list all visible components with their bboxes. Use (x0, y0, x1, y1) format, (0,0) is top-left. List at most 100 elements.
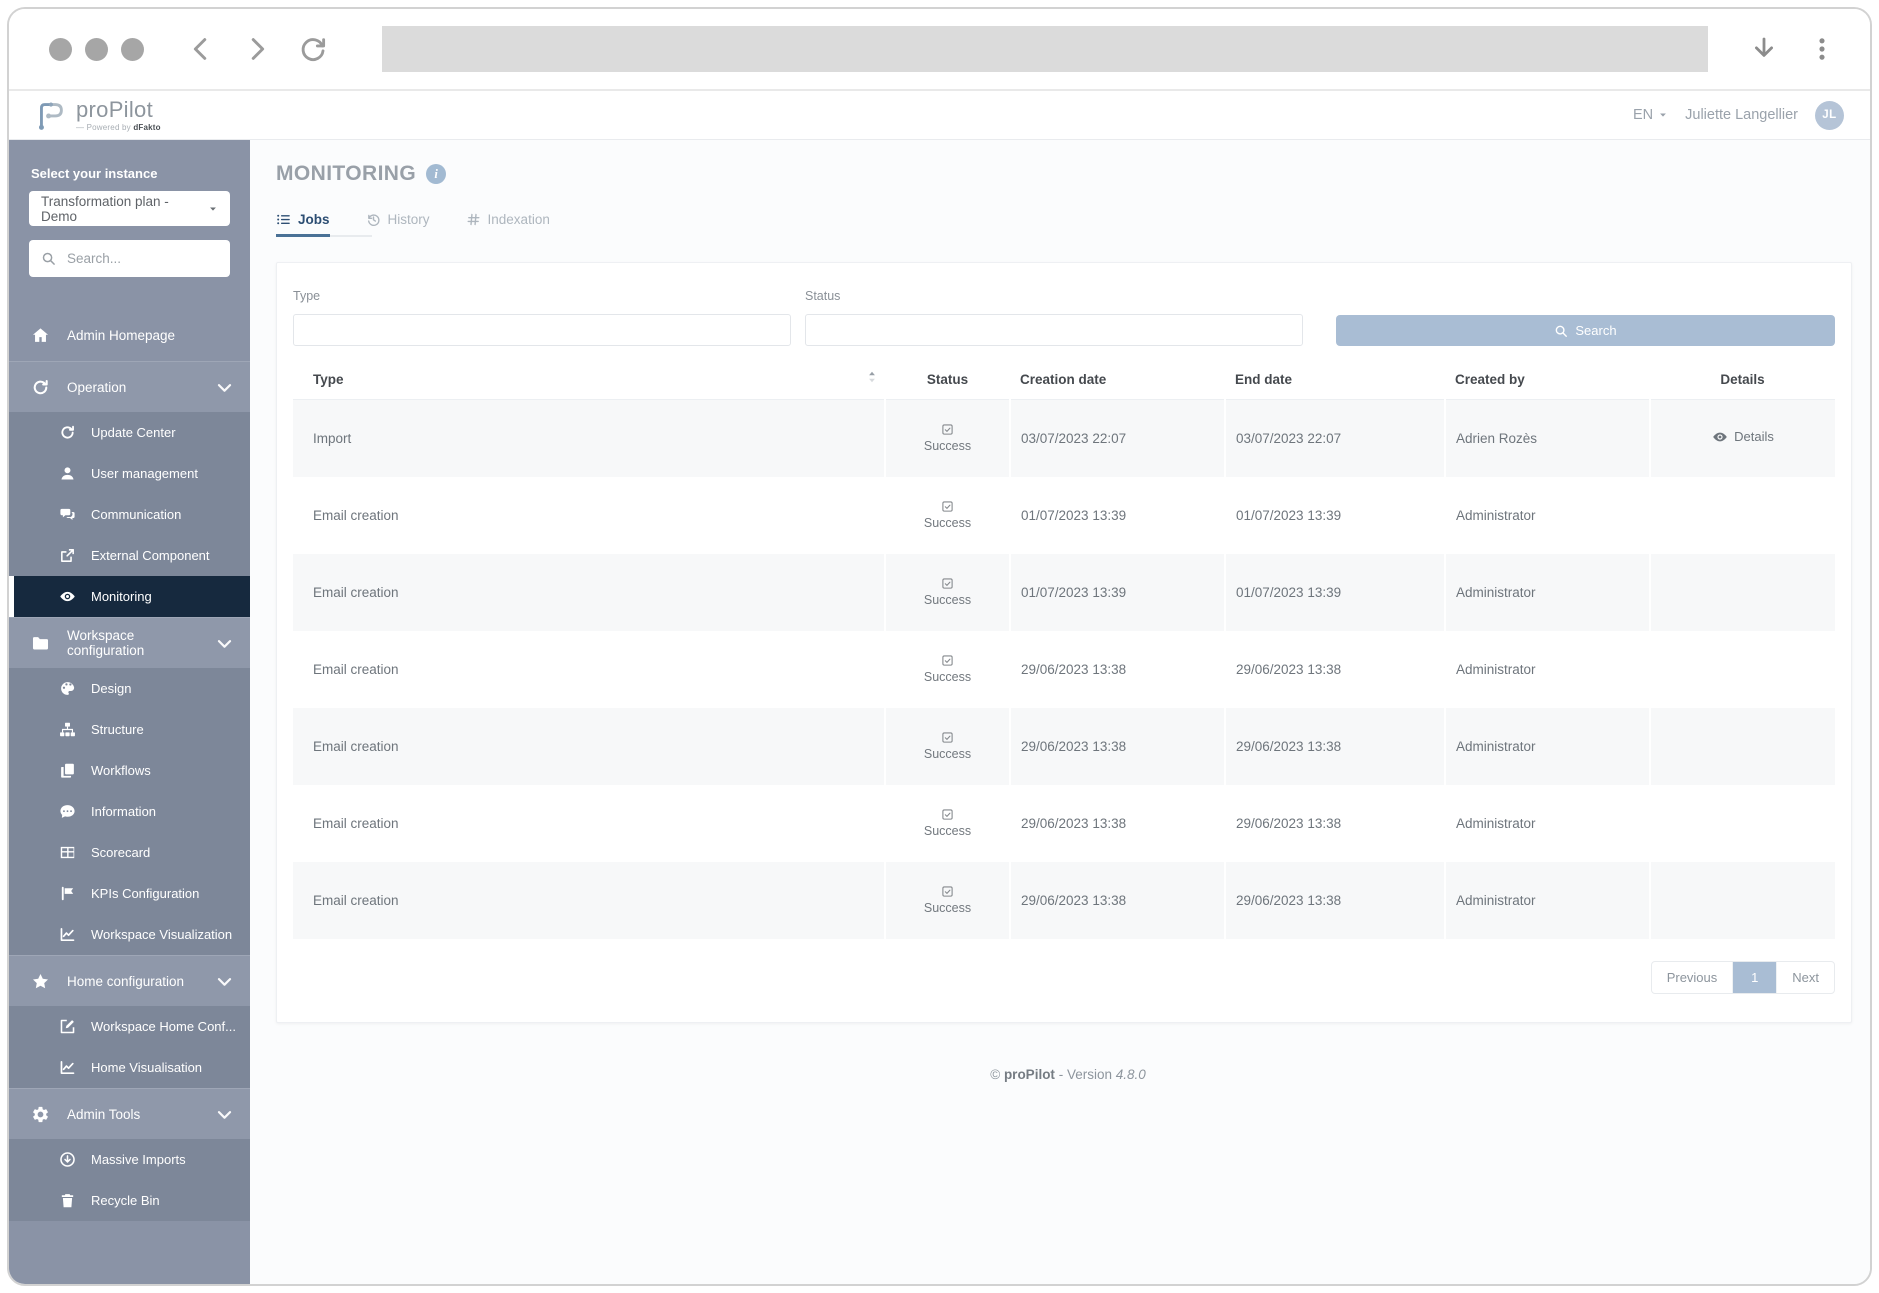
cell-creation-date: 01/07/2023 13:39 (1010, 477, 1225, 554)
avatar[interactable]: JL (1815, 101, 1844, 130)
pagination-page-1[interactable]: 1 (1732, 962, 1776, 993)
cell-details (1650, 785, 1835, 862)
palette-icon (59, 680, 76, 697)
download-icon[interactable] (1750, 35, 1778, 63)
sidebar-item-external-component[interactable]: External Component (9, 535, 250, 576)
forward-icon[interactable] (242, 34, 272, 64)
cell-created-by: Administrator (1445, 785, 1650, 862)
propilot-logo-icon (31, 96, 69, 134)
eye-icon (1712, 429, 1728, 445)
sidebar-item-massive-imports[interactable]: Massive Imports (9, 1139, 250, 1180)
cell-end-date: 29/06/2023 13:38 (1225, 862, 1445, 939)
type-filter-input[interactable] (293, 314, 791, 346)
footer: © proPilot - Version 4.8.0 (276, 1067, 1860, 1082)
copy-icon (59, 762, 76, 779)
sidebar-item-admin-homepage[interactable]: Admin Homepage (9, 309, 250, 361)
cell-details: Details (1650, 400, 1835, 477)
sidebar-submenu: Update CenterUser managementCommunicatio… (9, 412, 250, 617)
status-badge: Success (924, 731, 971, 761)
chevron-down-icon (215, 972, 234, 991)
column-header-type[interactable]: Type (293, 366, 885, 400)
cell-status: Success (885, 554, 1010, 631)
pagination: Previous 1 Next (1651, 961, 1835, 994)
cell-details (1650, 554, 1835, 631)
table-row: Email creationSuccess01/07/2023 13:3901/… (293, 554, 1835, 631)
cell-created-by: Administrator (1445, 477, 1650, 554)
sidebar-item-structure[interactable]: Structure (9, 709, 250, 750)
cell-type: Email creation (293, 554, 885, 631)
sidebar-item-workspace-visualization[interactable]: Workspace Visualization (9, 914, 250, 955)
cell-creation-date: 03/07/2023 22:07 (1010, 400, 1225, 477)
user-name[interactable]: Juliette Langellier (1685, 107, 1798, 123)
sync-icon (59, 424, 76, 441)
cell-end-date: 29/06/2023 13:38 (1225, 631, 1445, 708)
info-icon[interactable]: i (426, 164, 446, 184)
search-button[interactable]: Search (1336, 315, 1835, 346)
cell-details (1650, 477, 1835, 554)
sidebar-item-recycle-bin[interactable]: Recycle Bin (9, 1180, 250, 1221)
window-close-button[interactable] (49, 38, 72, 61)
tab-jobs[interactable]: Jobs (276, 212, 330, 227)
sidebar-item-communication[interactable]: Communication (9, 494, 250, 535)
pagination-next[interactable]: Next (1776, 962, 1834, 993)
traffic-lights (49, 38, 144, 61)
sidebar-item-workspace-home-conf[interactable]: Workspace Home Conf... (9, 1006, 250, 1047)
tab-indexation[interactable]: Indexation (466, 212, 550, 227)
tabs: Jobs History Indexation (276, 212, 550, 237)
sidebar: Select your instance Transformation plan… (9, 140, 250, 1284)
window-minimize-button[interactable] (85, 38, 108, 61)
cell-end-date: 29/06/2023 13:38 (1225, 785, 1445, 862)
sidebar-item-monitoring[interactable]: Monitoring (9, 576, 250, 617)
check-square-icon (941, 423, 954, 436)
home-icon (31, 326, 50, 345)
propilot-logo: proPilot — Powered by dFakto (31, 96, 161, 134)
tab-history[interactable]: History (366, 212, 430, 227)
cell-created-by: Administrator (1445, 862, 1650, 939)
sidebar-item-update-center[interactable]: Update Center (9, 412, 250, 453)
cell-type: Email creation (293, 862, 885, 939)
filters: Type Status Search (293, 289, 1835, 346)
url-bar[interactable] (382, 26, 1708, 72)
cell-type: Import (293, 400, 885, 477)
list-icon (276, 212, 291, 227)
sidebar-item-workflows[interactable]: Workflows (9, 750, 250, 791)
sidebar-item-information[interactable]: Information (9, 791, 250, 832)
star-icon (31, 972, 50, 991)
sidebar-item-user-management[interactable]: User management (9, 453, 250, 494)
pagination-previous[interactable]: Previous (1652, 962, 1733, 993)
sidebar-submenu: Workspace Home Conf...Home Visualisation (9, 1006, 250, 1088)
gear-icon (31, 1105, 50, 1124)
sidebar-item-kpis-configuration[interactable]: KPIs Configuration (9, 873, 250, 914)
status-filter-input[interactable] (805, 314, 1303, 346)
cell-creation-date: 29/06/2023 13:38 (1010, 631, 1225, 708)
window-maximize-button[interactable] (121, 38, 144, 61)
sidebar-group-home-configuration[interactable]: Home configuration (9, 955, 250, 1006)
column-header-status: Status (885, 366, 1010, 400)
status-badge: Success (924, 423, 971, 453)
search-input[interactable] (65, 250, 246, 267)
cell-status: Success (885, 400, 1010, 477)
details-link[interactable]: Details (1712, 429, 1774, 445)
cell-created-by: Administrator (1445, 631, 1650, 708)
language-selector[interactable]: EN (1633, 107, 1668, 123)
sidebar-submenu: Massive ImportsRecycle Bin (9, 1139, 250, 1221)
check-square-icon (941, 500, 954, 513)
cell-created-by: Administrator (1445, 554, 1650, 631)
browser-menu-icon[interactable] (1808, 35, 1836, 63)
sort-icon (865, 370, 879, 384)
sidebar-group-admin-tools[interactable]: Admin Tools (9, 1088, 250, 1139)
table-icon (59, 844, 76, 861)
sidebar-item-design[interactable]: Design (9, 668, 250, 709)
refresh-icon[interactable] (298, 34, 328, 64)
instance-select[interactable]: Transformation plan - Demo (29, 191, 230, 226)
folder-icon (31, 634, 50, 653)
eye-icon (59, 588, 76, 605)
cell-creation-date: 29/06/2023 13:38 (1010, 708, 1225, 785)
sidebar-item-scorecard[interactable]: Scorecard (9, 832, 250, 873)
cell-status: Success (885, 631, 1010, 708)
sidebar-group-operation[interactable]: Operation (9, 361, 250, 412)
cell-end-date: 29/06/2023 13:38 (1225, 708, 1445, 785)
sidebar-group-workspace-configuration[interactable]: Workspace configuration (9, 617, 250, 668)
back-icon[interactable] (186, 34, 216, 64)
sidebar-item-home-visualisation[interactable]: Home Visualisation (9, 1047, 250, 1088)
